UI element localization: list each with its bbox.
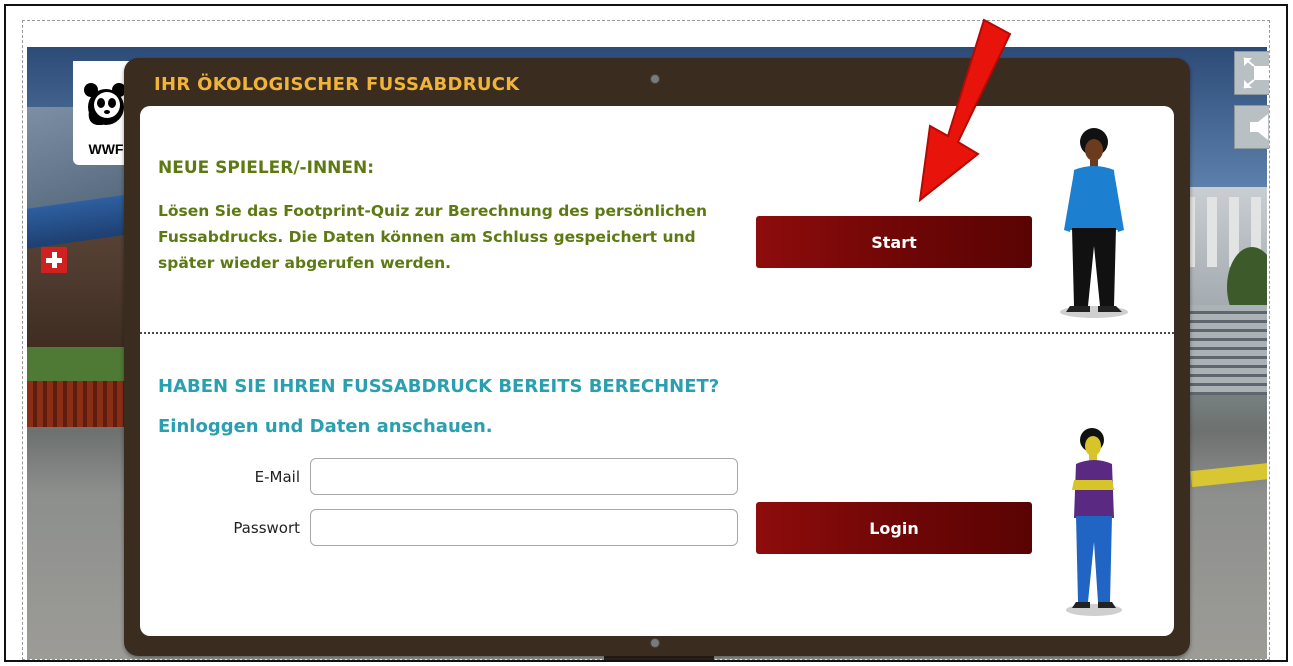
returning-subheading: Einloggen und Daten anschauen. — [158, 416, 493, 437]
email-label: E-Mail — [254, 468, 300, 486]
new-players-description: Lösen Sie das Footprint-Quiz zur Berechn… — [158, 202, 707, 272]
panda-icon — [84, 83, 126, 125]
building-facade — [1185, 305, 1267, 395]
wooden-fence — [27, 381, 139, 427]
sign-board: IHR ÖKOLOGISCHER FUSSABDRUCK NEUE SPIELE… — [124, 58, 1190, 656]
email-field[interactable] — [310, 458, 738, 495]
fullscreen-button[interactable] — [1234, 51, 1269, 95]
woman-figure — [1066, 428, 1122, 616]
sound-button[interactable] — [1234, 105, 1269, 149]
speaker-icon — [1250, 114, 1268, 140]
swiss-flag — [41, 247, 67, 273]
password-field[interactable] — [310, 509, 738, 546]
screw-bottom — [650, 638, 660, 648]
man-figure — [1060, 128, 1128, 318]
red-arrow-icon — [918, 18, 1012, 203]
page-title: IHR ÖKOLOGISCHER FUSSABDRUCK — [154, 74, 520, 95]
password-label: Passwort — [233, 519, 300, 537]
screw-top — [650, 74, 660, 84]
fullscreen-icon — [1243, 57, 1269, 89]
road-marking — [1190, 462, 1267, 488]
new-players-heading: NEUE SPIELER/-INNEN: — [158, 158, 375, 178]
window-frame: WWF IHR ÖKOLOGISCHER FUSSABDRUCK NEUE SP… — [4, 4, 1288, 662]
login-button[interactable]: Login — [756, 502, 1032, 554]
start-button[interactable]: Start — [756, 216, 1032, 268]
section-divider — [140, 332, 1174, 334]
returning-heading: HABEN SIE IHREN FUSSABDRUCK BEREITS BERE… — [158, 376, 720, 397]
